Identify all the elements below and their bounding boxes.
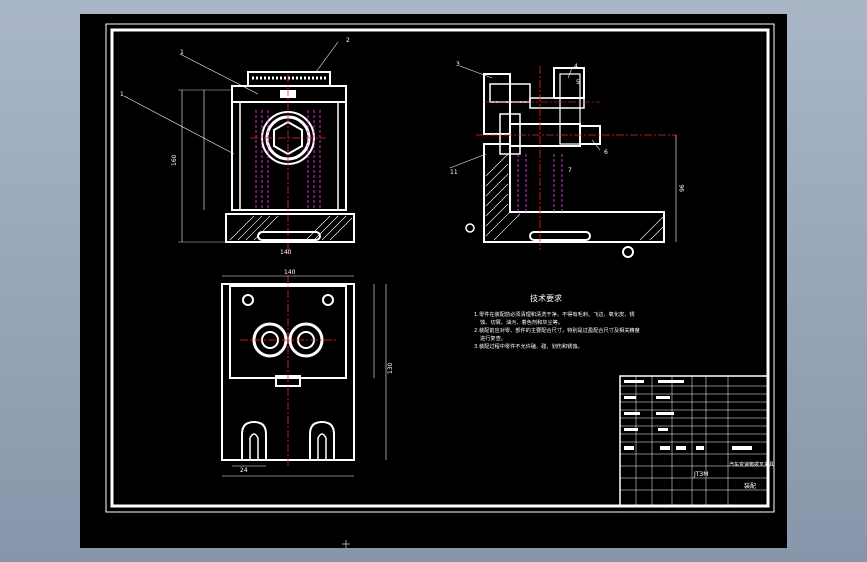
notes-line4: 进行复查。: [480, 334, 506, 342]
technical-requirements: 技术要求 1.零件在装配前必须清理和清洗干净，不得有毛刺、飞边、氧化皮、锈 蚀、…: [474, 293, 640, 350]
callout-side-5: 5: [576, 79, 580, 86]
assembly-drawing: 160 140 1 2 1 96 3 4 5 6 11 7 140 24 130…: [105, 23, 775, 548]
drawing-name: 汽车变速箱拨叉夹具: [729, 461, 774, 468]
callout-front-1: 1: [180, 49, 184, 56]
outer-frame: [105, 23, 775, 513]
callout-side-4: 4: [574, 63, 578, 70]
callout-front-2: 2: [346, 37, 350, 44]
notes-line2: 蚀、切屑、油污、着色剂和灰尘等。: [480, 318, 563, 326]
dim-plan-slot: 24: [240, 467, 248, 474]
callout-front-side: 1: [120, 91, 124, 98]
drawing-number: JT3M: [693, 471, 708, 478]
callout-side-3: 3: [456, 61, 460, 68]
notes-line5: 3.装配过程中零件不允许磕、碰、划伤和锈蚀。: [474, 342, 583, 350]
callout-side-7: 7: [568, 167, 572, 174]
notes-line3: 2.装配前应对零、部件的主要配合尺寸，特别是过盈配合尺寸及相关精度: [474, 326, 640, 334]
dim-side-height: 96: [679, 184, 686, 192]
dim-plan-height: 130: [387, 362, 394, 374]
callout-side-6: 6: [604, 149, 608, 156]
front-base: [225, 213, 355, 243]
cad-viewport[interactable]: 160 140 1 2 1 96 3 4 5 6 11 7 140 24 130…: [80, 14, 787, 548]
title-block-fills: [624, 380, 752, 450]
dim-plan-width: 140: [284, 269, 296, 276]
callout-side-11: 11: [450, 169, 458, 176]
dim-front-width: 140: [280, 249, 292, 256]
inner-frame: [110, 28, 770, 508]
plan-view: 140 24 130: [221, 269, 394, 477]
dim-front-height: 160: [171, 154, 178, 166]
front-view: 160 140 1 2 1: [120, 37, 355, 256]
drawing-sub: 装配: [744, 482, 756, 490]
crosshair-cursor: [342, 540, 350, 548]
side-bracket: [483, 143, 665, 243]
notes-line1: 1.零件在装配前必须清理和清洗干净，不得有毛刺、飞边、氧化皮、锈: [474, 310, 635, 318]
side-view: 96 3 4 5 6 11 7: [449, 61, 686, 258]
notes-title: 技术要求: [530, 293, 562, 303]
